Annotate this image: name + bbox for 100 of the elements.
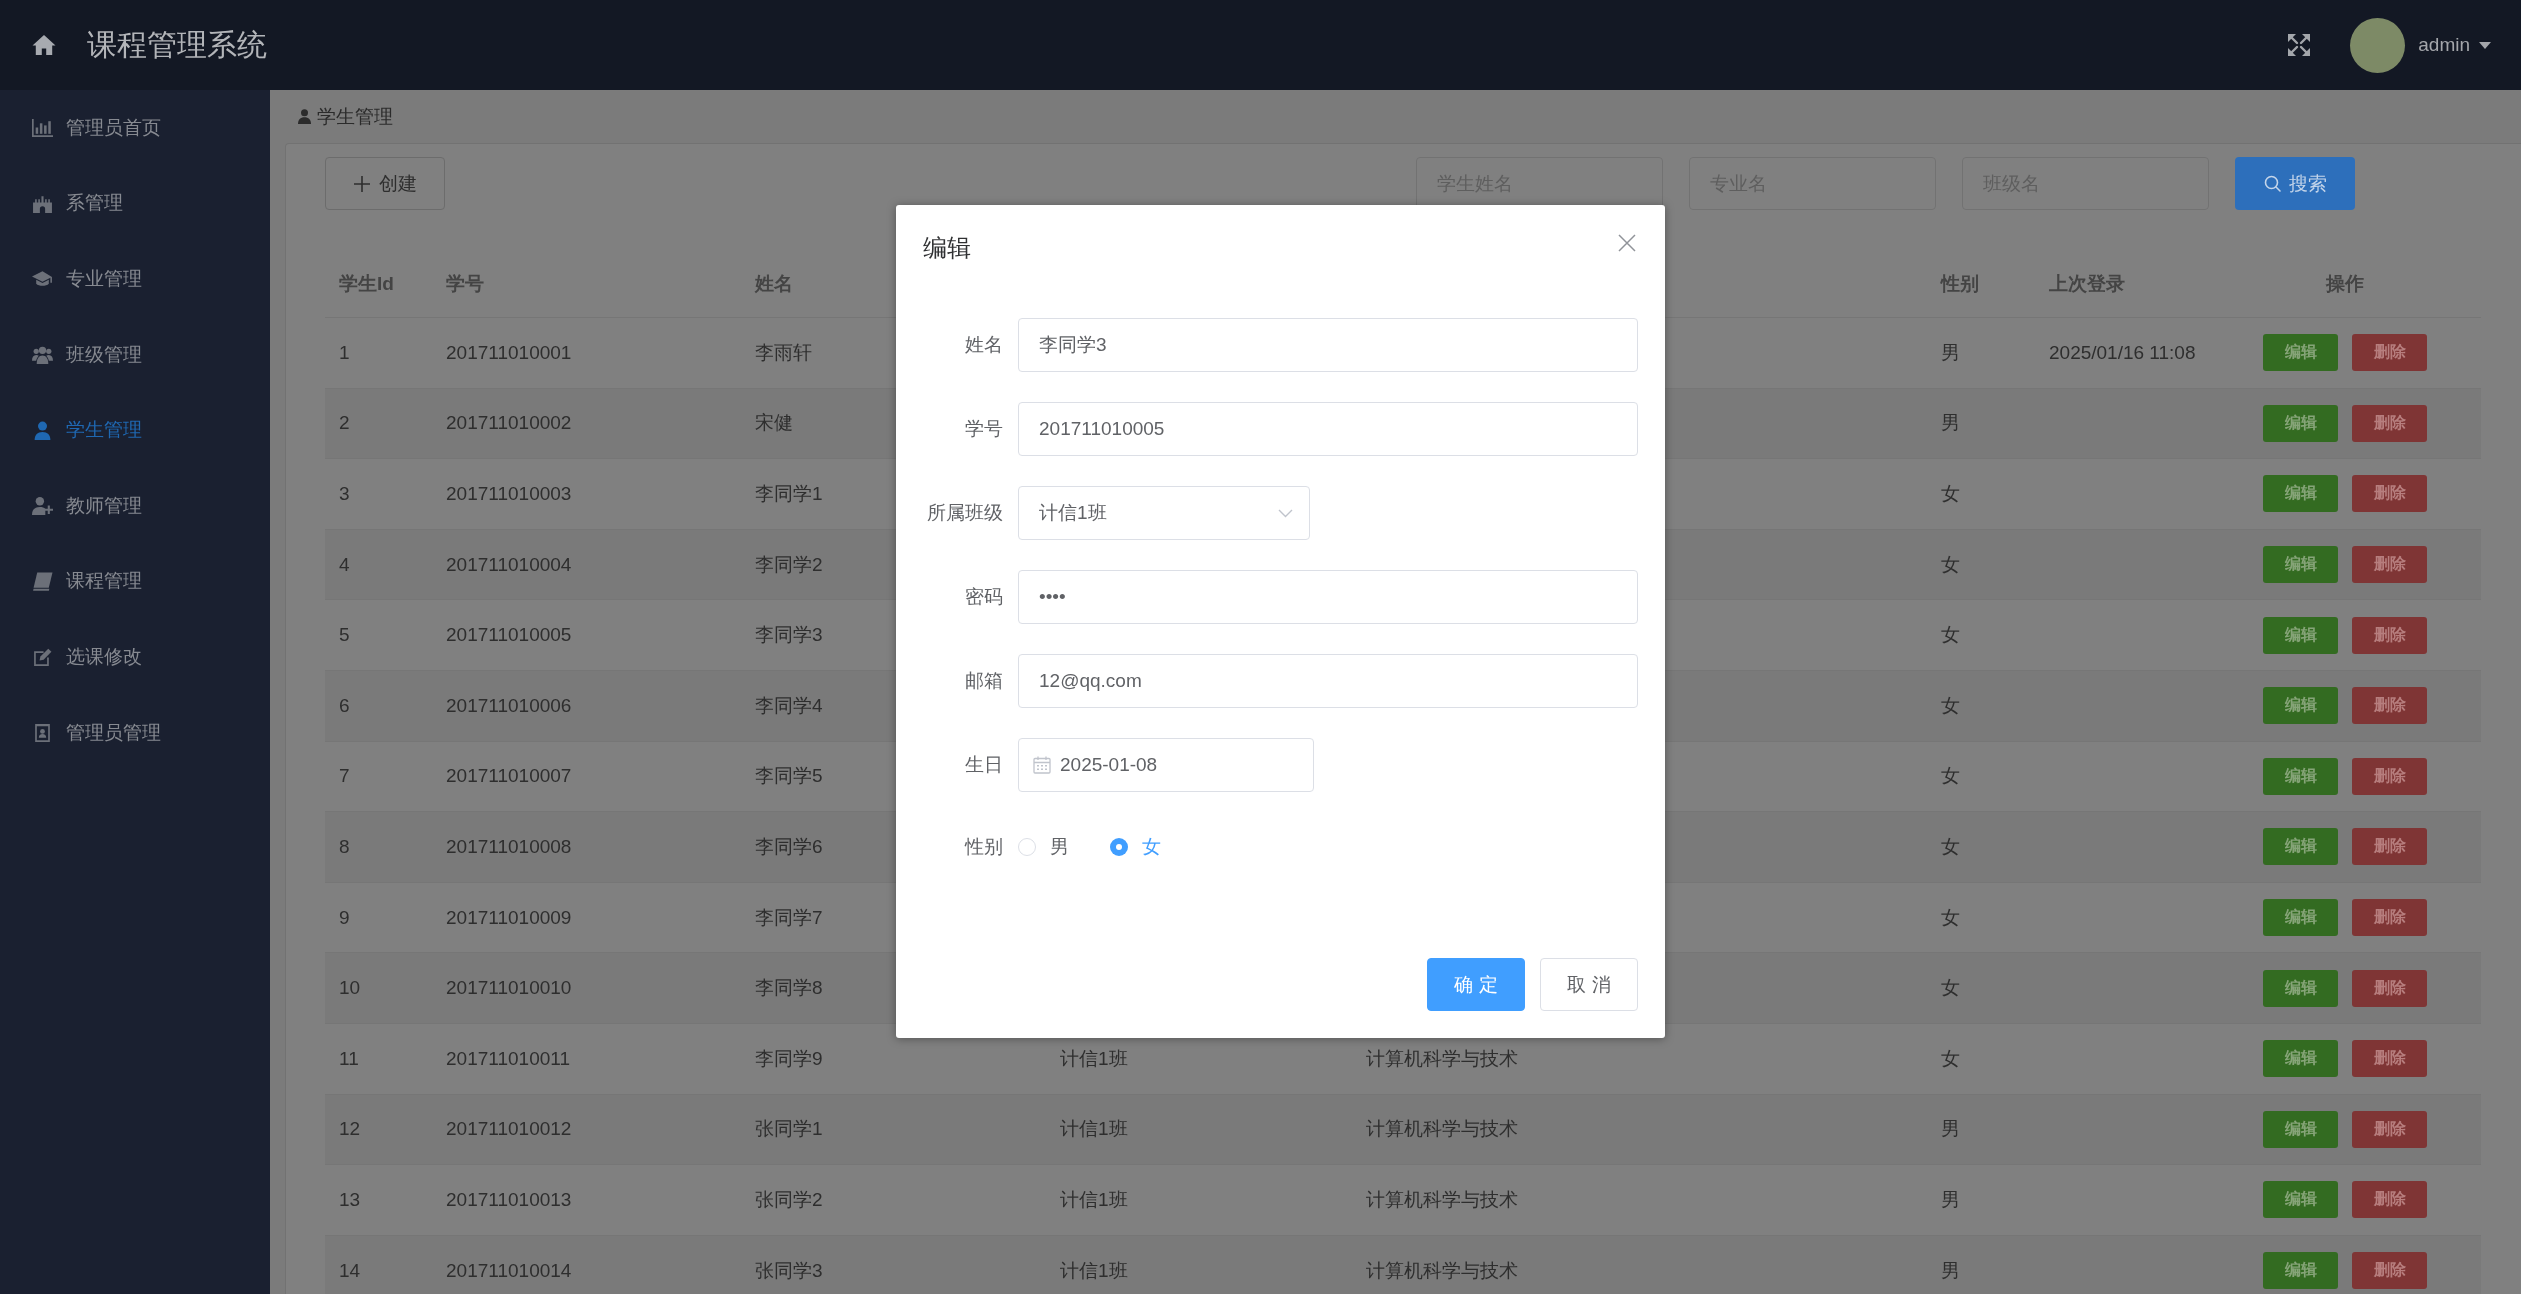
graduation-cap-icon [32,269,53,289]
delete-button[interactable]: 删除 [2352,616,2427,654]
table-cell: 9 [339,906,350,928]
delete-button[interactable]: 删除 [2352,1110,2427,1148]
table-cell: 7 [339,765,350,787]
table-cell: 女 [1941,765,1960,787]
badge-icon [32,723,53,743]
search-button[interactable]: 搜索 [2235,157,2355,210]
table-cell: 张同学1 [755,1118,823,1140]
table-cell: 李同学7 [755,906,823,928]
user-icon [32,420,53,440]
edit-button[interactable]: 编辑 [2263,1252,2338,1289]
column-header: 性别 [1941,272,1979,294]
edit-button[interactable]: 编辑 [2263,687,2338,725]
radio-option[interactable]: 女 [1110,834,1161,860]
sidebar-item[interactable]: 学生管理 [0,392,270,468]
table-cell: 201711010002 [446,412,572,434]
delete-button[interactable]: 删除 [2352,899,2427,937]
table-cell: 201711010012 [446,1118,572,1140]
table-cell: 宋健 [755,412,793,434]
table-cell: 4 [339,553,350,575]
select-field[interactable]: 计信1班 [1018,486,1310,540]
table-cell: 女 [1941,977,1960,999]
edit-button[interactable]: 编辑 [2263,334,2338,372]
input-field[interactable]: 李同学3 [1018,318,1638,372]
input-field[interactable]: 12@qq.com [1018,654,1638,708]
table-cell: 李同学9 [755,1047,823,1069]
delete-button[interactable]: 删除 [2352,1181,2427,1219]
sidebar-item[interactable]: 选课修改 [0,619,270,695]
table-cell: 计算机科学与技术 [1366,1259,1518,1281]
table-cell: 14 [339,1259,361,1281]
delete-button[interactable]: 删除 [2352,546,2427,584]
sidebar-item[interactable]: 管理员首页 [0,90,270,166]
edit-button[interactable]: 编辑 [2263,546,2338,584]
sidebar-item[interactable]: 课程管理 [0,543,270,620]
edit-button[interactable]: 编辑 [2263,1110,2338,1148]
table-cell: 李同学2 [755,553,823,575]
table-cell: 12 [339,1118,361,1140]
table-cell: 10 [339,977,361,999]
table-cell: 计信1班 [1060,1047,1128,1069]
create-button[interactable]: 创建 [325,157,445,210]
table-cell: 201711010007 [446,765,572,787]
table-cell: 201711010009 [446,906,572,928]
user-menu-button[interactable]: admin [2418,34,2491,56]
form-label: 密码 [965,586,1003,607]
close-icon[interactable] [1618,234,1636,252]
delete-button[interactable]: 删除 [2352,969,2427,1007]
input-field[interactable]: 201711010005 [1018,402,1638,456]
delete-button[interactable]: 删除 [2352,1040,2427,1078]
table-cell: 8 [339,835,350,857]
book-icon [32,571,53,591]
table-cell: 男 [1941,1188,1960,1210]
table-cell: 李同学4 [755,694,823,716]
column-header: 操作 [2326,271,2364,296]
edit-button[interactable]: 编辑 [2263,475,2338,513]
table-cell: 李同学8 [755,977,823,999]
sidebar-item[interactable]: 管理员管理 [0,694,270,771]
table-cell: 201711010005 [446,624,572,646]
table-cell: 201711010014 [446,1259,572,1281]
password-field[interactable]: •••• [1018,570,1638,624]
sidebar-item[interactable]: 教师管理 [0,467,270,544]
delete-button[interactable]: 删除 [2352,828,2427,866]
table-cell: 男 [1941,1118,1960,1140]
table-cell: 201711010001 [446,341,572,363]
users-icon [32,345,53,365]
sidebar-item[interactable]: 系管理 [0,165,270,242]
edit-button[interactable]: 编辑 [2263,899,2338,937]
home-icon[interactable] [32,34,56,56]
form-label: 生日 [965,754,1003,775]
plus-icon [353,175,370,192]
delete-button[interactable]: 删除 [2352,404,2427,442]
cancel-button[interactable]: 取 消 [1540,958,1638,1011]
delete-button[interactable]: 删除 [2352,1252,2427,1289]
confirm-button[interactable]: 确 定 [1427,958,1525,1011]
radio-option[interactable]: 男 [1018,834,1069,860]
delete-button[interactable]: 删除 [2352,334,2427,372]
edit-button[interactable]: 编辑 [2263,757,2338,795]
fullscreen-icon[interactable] [2288,34,2311,56]
table-cell: 女 [1941,1047,1960,1069]
edit-button[interactable]: 编辑 [2263,969,2338,1007]
edit-button[interactable]: 编辑 [2263,616,2338,654]
sidebar-item[interactable]: 班级管理 [0,316,270,393]
table-cell: 201711010004 [446,553,572,575]
edit-button[interactable]: 编辑 [2263,828,2338,866]
table-cell: 201711010010 [446,977,572,999]
edit-button[interactable]: 编辑 [2263,404,2338,442]
delete-button[interactable]: 删除 [2352,757,2427,795]
table-cell: 男 [1941,1259,1960,1281]
delete-button[interactable]: 删除 [2352,475,2427,513]
chevron-down-icon [1278,508,1293,518]
breadcrumb-item: 学生管理 [317,104,393,129]
edit-button[interactable]: 编辑 [2263,1040,2338,1078]
edit-button[interactable]: 编辑 [2263,1181,2338,1219]
table-cell: 李同学6 [755,835,823,857]
sidebar-item[interactable]: 专业管理 [0,241,270,317]
table-cell: 李同学1 [755,483,823,504]
date-field[interactable]: 2025-01-08 [1018,738,1314,792]
edit-icon [32,647,53,667]
delete-button[interactable]: 删除 [2352,687,2427,725]
table-cell: 2 [339,412,350,434]
